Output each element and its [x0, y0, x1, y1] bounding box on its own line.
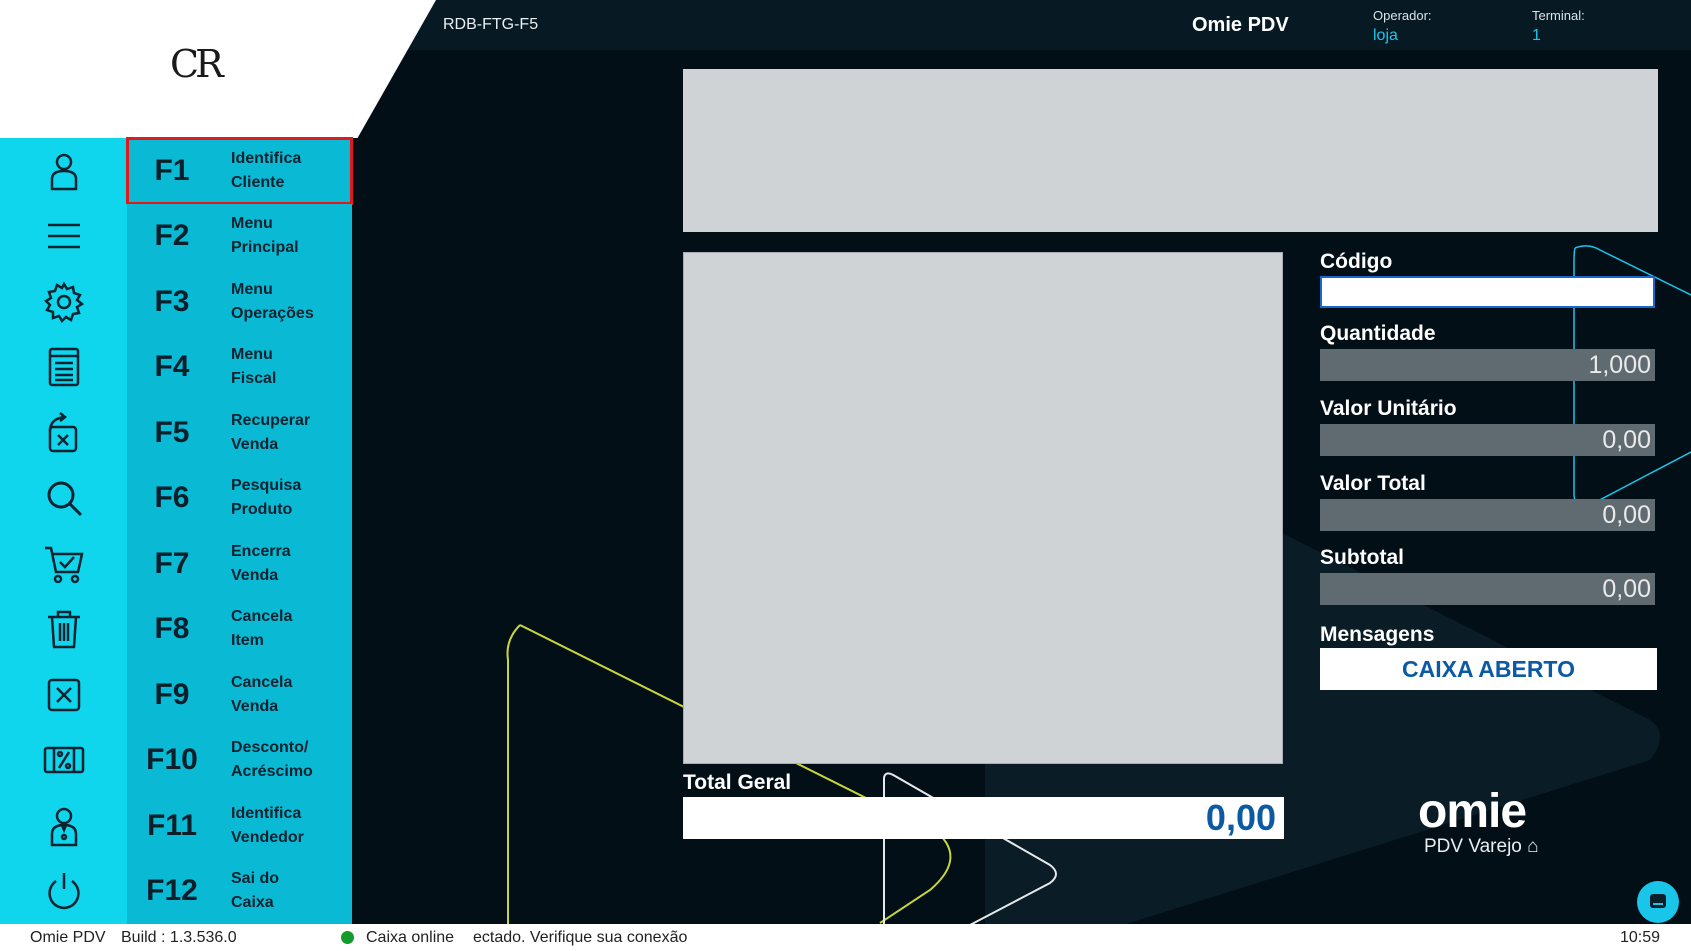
- percent-ticket-icon: [0, 727, 127, 793]
- fk-key: F8: [154, 612, 190, 646]
- valor-total-label: Valor Total: [1320, 472, 1426, 495]
- status-app-name: Omie PDV: [30, 929, 106, 946]
- fk-key: F10: [146, 743, 198, 777]
- operator-label: Operador:: [1373, 8, 1432, 23]
- valor-total-input[interactable]: [1320, 499, 1655, 531]
- fk-key: F2: [154, 219, 190, 253]
- fk-label: Recuperar Venda: [231, 411, 311, 453]
- fk-key: F3: [154, 284, 190, 318]
- fk-key: F5: [154, 415, 190, 449]
- fk-key: F9: [154, 677, 190, 711]
- fk-label: Sai do Caixa: [231, 870, 280, 912]
- cart-check-icon: [0, 531, 127, 597]
- fk-menu-operacoes[interactable]: F3 Menu Operações: [0, 269, 352, 336]
- fk-cancela-item[interactable]: F8 Cancela Item: [0, 596, 352, 663]
- fk-cancela-venda[interactable]: F9 Cancela Venda: [0, 662, 352, 729]
- terminal-label: Terminal:: [1532, 8, 1585, 23]
- subtotal-label: Subtotal: [1320, 546, 1404, 569]
- valor-unitario-input[interactable]: [1320, 424, 1655, 456]
- function-key-sidebar: F1 Identifica Cliente F2 Menu Principal F3…: [0, 137, 353, 925]
- operator-value: loja: [1373, 27, 1398, 44]
- total-geral-value: 0,00: [683, 797, 1284, 839]
- fk-key: F12: [146, 874, 198, 908]
- recover-icon: [0, 400, 127, 466]
- menu-icon: [0, 203, 127, 269]
- fk-label: Menu Operações: [231, 280, 314, 322]
- fk-label: Cancela Venda: [231, 673, 293, 715]
- valor-unitario-label: Valor Unitário: [1320, 397, 1457, 420]
- total-geral-label: Total Geral: [683, 771, 792, 794]
- fk-identifica-vendedor[interactable]: F11 Identifica Vendedor: [0, 793, 352, 860]
- fk-desconto-acrescimo[interactable]: F10 Desconto/Acréscimo: [0, 727, 352, 794]
- online-indicator-icon: [341, 931, 354, 944]
- brand-subtitle: PDV Varejo ⌂: [1424, 836, 1539, 857]
- message-box: CAIXA ABERTO: [1320, 648, 1657, 690]
- items-list-panel[interactable]: [683, 252, 1283, 764]
- status-bar: Omie PDV Build : 1.3.536.0 Caixa online …: [0, 924, 1691, 951]
- fk-label: Menu Fiscal: [231, 346, 277, 388]
- fk-recuperar-venda[interactable]: F5 Recuperar Venda: [0, 400, 352, 467]
- codigo-label: Código: [1320, 250, 1393, 273]
- fk-label: Pesquisa Produto: [231, 477, 302, 519]
- fk-sai-do-caixa[interactable]: F12 Sai do Caixa: [0, 858, 352, 925]
- codigo-input[interactable]: [1320, 276, 1655, 308]
- fk-key: F7: [154, 546, 190, 580]
- quantidade-label: Quantidade: [1320, 322, 1436, 345]
- status-connection: Caixa online: [366, 929, 455, 946]
- company-logo: CR: [170, 42, 224, 86]
- seller-icon: [0, 793, 127, 859]
- status-time: 10:59: [1620, 929, 1661, 946]
- fk-key: F11: [146, 808, 198, 842]
- status-message: ectado. Verifique sua conexão: [473, 929, 688, 946]
- power-icon: [0, 858, 127, 924]
- search-icon: [0, 465, 127, 531]
- fk-label: Identifica Vendedor: [231, 804, 304, 846]
- quantidade-input[interactable]: [1320, 349, 1655, 381]
- chat-button[interactable]: [1637, 881, 1679, 923]
- product-display-panel: [683, 69, 1658, 232]
- fk-pesquisa-produto[interactable]: F6 Pesquisa Produto: [0, 465, 352, 532]
- document-id: RDB-FTG-F5: [443, 16, 539, 33]
- subtotal-input[interactable]: [1320, 573, 1655, 605]
- fk-label: Menu Principal: [231, 215, 299, 257]
- store-icon: ⌂: [1527, 836, 1539, 857]
- trash-icon: [0, 596, 127, 662]
- receipt-icon: [0, 334, 127, 400]
- omie-brand: omie PDV Varejo ⌂: [1418, 788, 1539, 858]
- gear-icon: [0, 269, 127, 335]
- person-icon: [0, 138, 127, 204]
- fk-label: Cancela Item: [231, 608, 293, 650]
- mensagens-label: Mensagens: [1320, 623, 1435, 646]
- logo-area: CR: [0, 0, 436, 138]
- fk-menu-fiscal[interactable]: F4 Menu Fiscal: [0, 334, 352, 401]
- fk-key: F6: [154, 481, 190, 515]
- fk-label: Encerra Venda: [231, 542, 291, 584]
- status-build: Build : 1.3.536.0: [121, 929, 237, 946]
- fk-label: Desconto/Acréscimo: [231, 739, 313, 781]
- close-box-icon: [0, 662, 127, 728]
- fk-identifica-cliente[interactable]: F1 Identifica Cliente: [0, 137, 353, 205]
- fk-menu-principal[interactable]: F2 Menu Principal: [0, 203, 352, 270]
- terminal-value: 1: [1532, 27, 1541, 44]
- chat-icon: [1650, 894, 1666, 908]
- fk-key: F4: [154, 350, 190, 384]
- app-title: Omie PDV: [1192, 14, 1289, 36]
- fk-label: Identifica Cliente: [231, 149, 302, 191]
- brand-logo: omie: [1418, 785, 1527, 838]
- fk-key: F1: [154, 153, 190, 187]
- fk-encerra-venda[interactable]: F7 Encerra Venda: [0, 531, 352, 598]
